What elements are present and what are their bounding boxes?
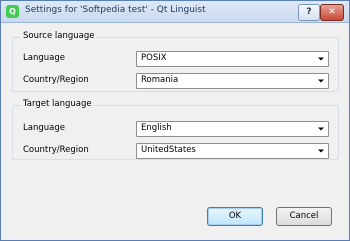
target-language-combo[interactable]: English	[136, 121, 329, 137]
source-country-value: Romania	[141, 75, 179, 85]
settings-dialog: Q Settings for 'Softpedia test' - Qt Lin…	[0, 0, 350, 241]
target-language-group-label: Target language	[21, 99, 94, 109]
target-country-label: Country/Region	[23, 145, 89, 155]
source-country-label: Country/Region	[23, 75, 89, 85]
chevron-down-icon	[316, 76, 326, 86]
close-button[interactable]: ✕	[320, 4, 344, 21]
ok-button[interactable]: OK	[207, 207, 263, 226]
source-language-combo[interactable]: POSIX	[136, 51, 329, 67]
cancel-button[interactable]: Cancel	[276, 207, 332, 226]
qt-linguist-app-icon: Q	[6, 5, 19, 18]
source-language-value: POSIX	[141, 53, 167, 63]
title-bar[interactable]: Q Settings for 'Softpedia test' - Qt Lin…	[1, 1, 349, 23]
source-language-group-label: Source language	[21, 31, 97, 41]
target-language-group: Target language Language English Country…	[12, 99, 339, 160]
help-button[interactable]: ?	[298, 4, 320, 21]
chevron-down-icon	[316, 54, 326, 64]
target-language-label: Language	[23, 123, 65, 133]
chevron-down-icon	[316, 146, 326, 156]
source-language-group: Source language Language POSIX Country/R…	[12, 31, 339, 92]
source-language-label: Language	[23, 53, 65, 63]
target-country-combo[interactable]: UnitedStates	[136, 143, 329, 159]
source-country-combo[interactable]: Romania	[136, 73, 329, 89]
window-title: Settings for 'Softpedia test' - Qt Lingu…	[25, 5, 206, 15]
target-country-value: UnitedStates	[141, 145, 196, 155]
target-language-value: English	[141, 123, 172, 133]
chevron-down-icon	[316, 124, 326, 134]
